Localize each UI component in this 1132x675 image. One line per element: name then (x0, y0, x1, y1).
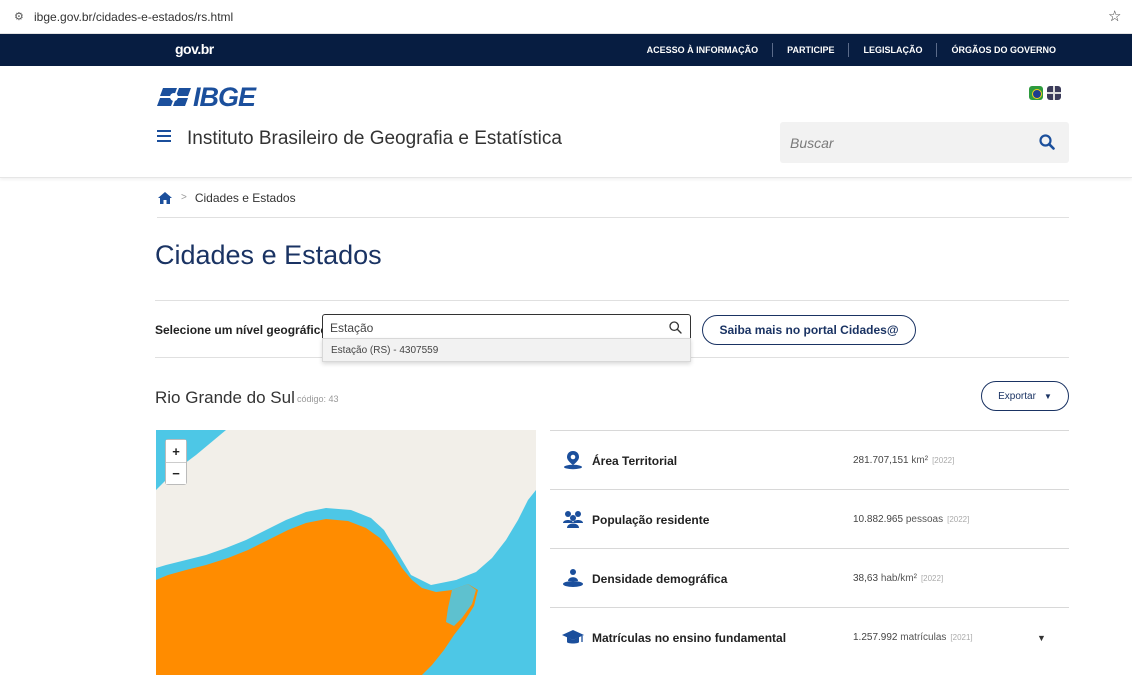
people-icon (563, 511, 583, 528)
ibge-mark-icon (157, 88, 191, 106)
state-name: Rio Grande do Sul (155, 388, 295, 407)
browser-address-bar: ⚙ ibge.gov.br/cidades-e-estados/rs.html … (0, 0, 1132, 34)
gov-links: ACESSO À INFORMAÇÃO PARTICIPE LEGISLAÇÃO… (633, 34, 1070, 66)
stat-label: Área Territorial (592, 454, 678, 468)
bookmark-star-icon[interactable]: ☆ (1108, 7, 1121, 25)
search-icon[interactable] (669, 321, 682, 334)
stat-row-enrollment[interactable]: Matrículas no ensino fundamental 1.257.9… (550, 607, 1069, 666)
stat-label: Matrículas no ensino fundamental (592, 631, 787, 645)
stat-value: 38,63 hab/km² [2022] (853, 573, 944, 584)
stat-label: Densidade demográfica (592, 572, 728, 586)
hamburger-menu-icon[interactable] (157, 129, 173, 143)
state-stats: Área Territorial 281.707,151 km² [2022] P… (550, 430, 1069, 666)
export-button[interactable]: Exportar ▼ (981, 381, 1069, 411)
zoom-control: + − (165, 439, 187, 485)
site-header: IBGE Instituto Brasileiro de Geografia e… (0, 66, 1132, 178)
stat-row-population[interactable]: População residente 10.882.965 pessoas [2… (550, 489, 1069, 548)
zoom-out-button[interactable]: − (166, 462, 186, 484)
ibge-wordmark: IBGE (193, 81, 256, 112)
stat-row-density[interactable]: Densidade demográfica 38,63 hab/km² [2022… (550, 548, 1069, 607)
portal-cidades-button[interactable]: Saiba mais no portal Cidades@ (702, 315, 916, 345)
stat-value: 1.257.992 matrículas [2021] (853, 632, 973, 643)
page-title: Cidades e Estados (155, 240, 382, 270)
chevron-down-icon[interactable]: ▼ (1037, 633, 1046, 643)
gov-link-participe[interactable]: PARTICIPE (772, 43, 848, 57)
breadcrumb-current[interactable]: Cidades e Estados (195, 191, 296, 205)
url-text[interactable]: ibge.gov.br/cidades-e-estados/rs.html (34, 10, 233, 24)
selector-label: Selecione um nível geográfico (155, 323, 328, 337)
state-map[interactable]: + − (156, 430, 536, 675)
search-box (780, 122, 1069, 163)
stat-label: População residente (592, 513, 710, 527)
map-pin-icon (564, 451, 582, 470)
language-en-flag-icon[interactable] (1047, 86, 1061, 100)
stat-value: 281.707,151 km² [2022] (853, 455, 955, 466)
map-canvas (156, 430, 536, 675)
state-code: código: 43 (297, 394, 339, 404)
site-info-icon[interactable]: ⚙ (14, 10, 28, 24)
stat-row-area[interactable]: Área Territorial 281.707,151 km² [2022] (550, 430, 1069, 489)
chevron-down-icon: ▼ (1043, 391, 1052, 401)
export-label: Exportar (998, 390, 1036, 402)
person-area-icon (563, 569, 583, 587)
ibge-logo[interactable]: IBGE (157, 81, 256, 112)
language-pt-flag-icon[interactable] (1029, 86, 1043, 100)
breadcrumb: > Cidades e Estados (157, 190, 1069, 218)
search-icon[interactable] (1039, 134, 1055, 150)
stat-value: 10.882.965 pessoas [2022] (853, 514, 970, 525)
state-header: Rio Grande do Sul código: 43 Exportar ▼ (155, 381, 1069, 412)
graduation-cap-icon (562, 630, 584, 644)
gov-link-orgaos[interactable]: ÓRGÃOS DO GOVERNO (936, 43, 1070, 57)
govbr-logo[interactable]: gov.br (175, 41, 214, 57)
search-input[interactable] (790, 122, 1020, 163)
autocomplete-option[interactable]: Estação (RS) - 4307559 (322, 338, 691, 362)
gov-link-legislacao[interactable]: LEGISLAÇÃO (848, 43, 936, 57)
breadcrumb-separator: > (181, 192, 187, 203)
home-icon[interactable] (157, 191, 173, 205)
gov-link-acesso[interactable]: ACESSO À INFORMAÇÃO (633, 43, 773, 57)
geo-selector-row: Selecione um nível geográfico Estação (R… (155, 300, 1069, 362)
zoom-in-button[interactable]: + (166, 440, 186, 462)
gov-bar: gov.br ACESSO À INFORMAÇÃO PARTICIPE LEG… (0, 34, 1132, 66)
institute-title: Instituto Brasileiro de Geografia e Esta… (187, 128, 562, 149)
